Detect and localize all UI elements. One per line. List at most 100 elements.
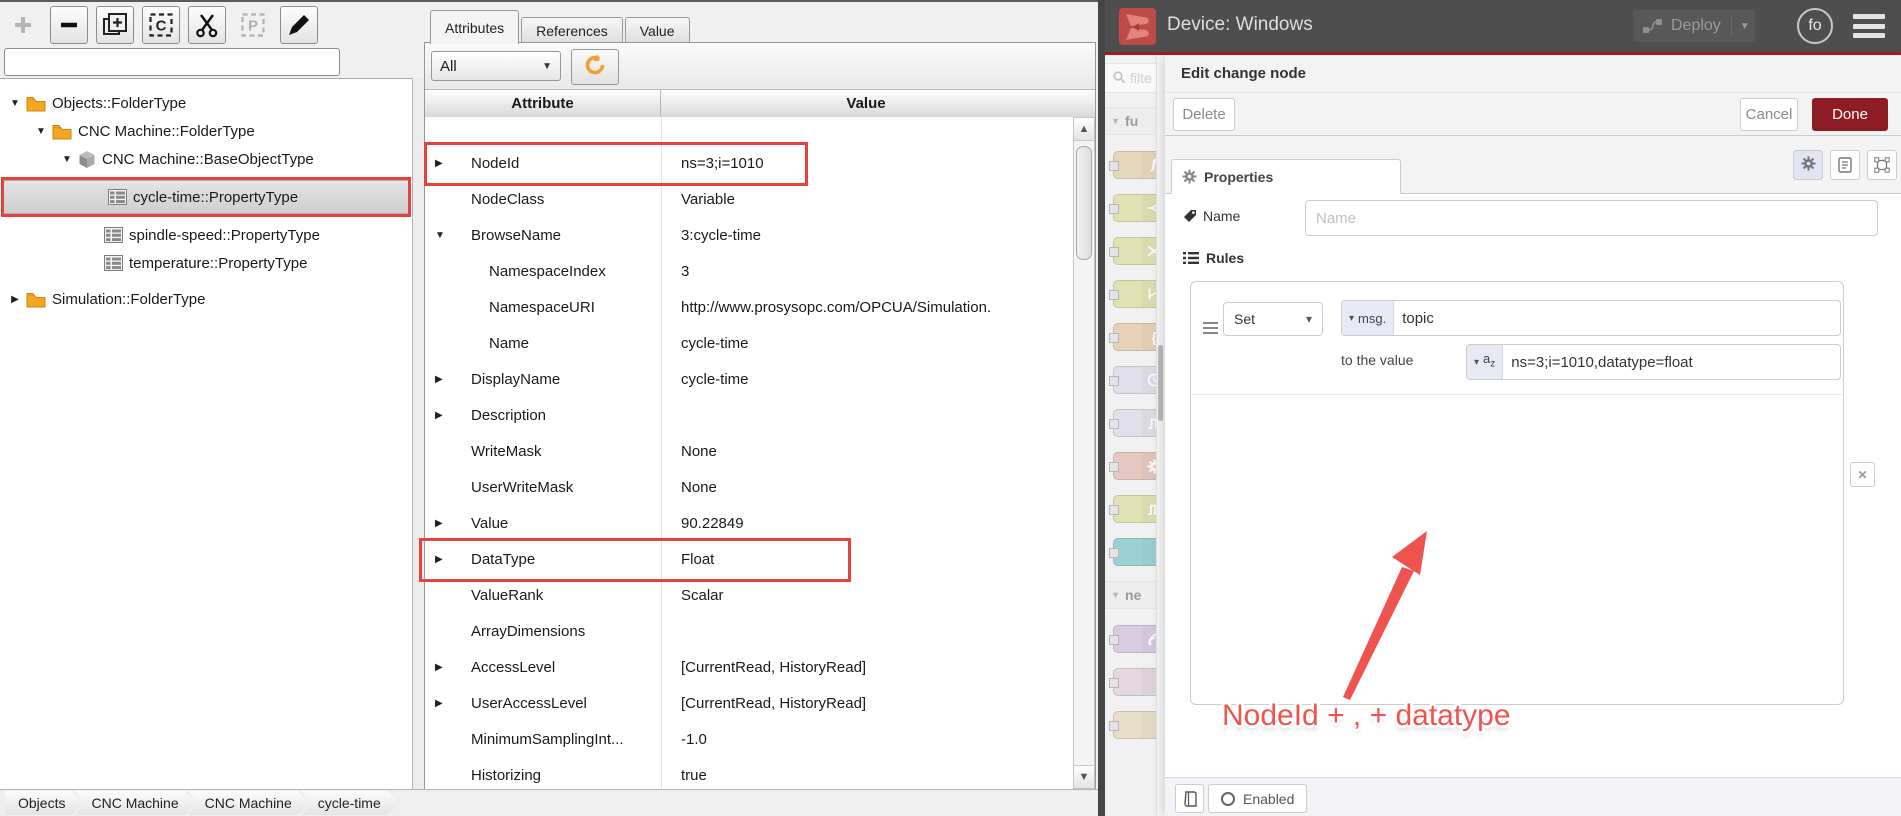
scroll-down-icon[interactable]: ▼ <box>1074 765 1094 788</box>
table-row[interactable]: NodeClass Variable <box>425 181 1073 217</box>
table-row[interactable]: ▶ Value 90.22849 <box>425 505 1073 541</box>
table-row[interactable]: ▶ DataType Float <box>425 541 1073 577</box>
attribute-filter-select[interactable]: All ▼ <box>431 51 561 81</box>
table-row[interactable]: Name cycle-time <box>425 325 1073 361</box>
tab-properties[interactable]: Properties <box>1171 159 1401 194</box>
attribute-name: Value <box>471 514 509 532</box>
expander-icon[interactable]: ▼ <box>8 98 22 109</box>
node-info-button[interactable] <box>1175 784 1204 813</box>
table-row[interactable]: ▶ NodeId ns=3;i=1010 <box>425 145 1073 181</box>
table-row[interactable]: ArrayDimensions <box>425 613 1073 649</box>
expander-icon[interactable]: ▶ <box>435 374 449 385</box>
copy-button[interactable]: C <box>142 6 180 44</box>
tree-item-simulation[interactable]: ▶ Simulation::FolderType <box>0 285 412 313</box>
table-row[interactable]: WriteMask None <box>425 433 1073 469</box>
enabled-toggle-button[interactable]: Enabled <box>1208 784 1308 813</box>
table-row[interactable]: ▶ Description <box>425 397 1073 433</box>
rule-property-value: topic <box>1402 309 1434 327</box>
expander-icon[interactable]: ▶ <box>435 662 449 673</box>
appearance-button[interactable] <box>1867 150 1897 180</box>
breadcrumb-item[interactable]: cycle-time <box>302 791 399 815</box>
node-port <box>1109 635 1119 645</box>
svg-text:C: C <box>156 18 167 35</box>
chevron-down-icon[interactable]: ▼ <box>1740 21 1750 32</box>
remove-button[interactable] <box>50 6 88 44</box>
attribute-name: DisplayName <box>471 370 561 388</box>
tree-item-objects[interactable]: ▼ Objects::FolderType <box>0 89 412 117</box>
expander-icon[interactable]: ▶ <box>435 410 449 421</box>
scroll-up-icon[interactable]: ▲ <box>1074 118 1094 141</box>
refresh-button[interactable] <box>571 49 619 85</box>
table-row[interactable]: ▶ AccessLevel [CurrentRead, HistoryRead] <box>425 649 1073 685</box>
tab-attributes[interactable]: Attributes <box>430 10 520 44</box>
cut-button[interactable] <box>188 6 226 44</box>
description-button[interactable] <box>1830 150 1860 180</box>
chevron-down-icon: ▾ <box>1113 115 1119 127</box>
attribute-filter-value: All <box>440 57 457 75</box>
palette-scrollbar[interactable] <box>1156 55 1165 816</box>
attribute-name: Historizing <box>471 766 542 784</box>
attribute-name: MinimumSamplingInt... <box>471 730 624 748</box>
expander-icon[interactable]: ▼ <box>34 126 48 137</box>
done-button[interactable]: Done <box>1812 98 1888 131</box>
rule-drag-handle[interactable] <box>1203 322 1218 337</box>
expander-icon[interactable]: ▼ <box>60 154 74 165</box>
tree-item-temperature[interactable]: temperature::PropertyType <box>0 249 412 277</box>
breadcrumb-item[interactable]: Objects <box>2 791 83 815</box>
table-row[interactable]: NamespaceURI http://www.prosysopc.com/OPC… <box>425 289 1073 325</box>
user-menu-button[interactable]: fo <box>1797 8 1833 44</box>
attribute-table-scrollbar[interactable]: ▲ ▼ <box>1073 117 1095 789</box>
hamburger-menu-icon[interactable] <box>1853 14 1885 38</box>
attribute-name: DataType <box>471 550 536 568</box>
table-row[interactable]: ▶ DisplayName cycle-time <box>425 361 1073 397</box>
expander-icon[interactable]: ▼ <box>435 230 449 241</box>
tree-item-spindle-speed[interactable]: spindle-speed::PropertyType <box>0 221 412 249</box>
search-input[interactable] <box>15 52 339 72</box>
breadcrumb-item[interactable]: CNC Machine <box>75 791 196 815</box>
expander-icon[interactable]: ▶ <box>435 698 449 709</box>
table-row[interactable]: ValueRank Scalar <box>425 577 1073 613</box>
tab-references[interactable]: References <box>521 17 623 44</box>
paste-button[interactable]: P <box>234 6 272 44</box>
table-row[interactable]: Historizing true <box>425 757 1073 789</box>
expander-icon[interactable]: ▶ <box>435 518 449 529</box>
deploy-button[interactable]: Deploy ▼ <box>1633 10 1755 42</box>
expander-icon[interactable]: ▶ <box>435 158 449 169</box>
table-row[interactable]: ▶ UserAccessLevel [CurrentRead, HistoryRea… <box>425 685 1073 721</box>
tray-title: Edit change node <box>1165 55 1901 93</box>
tree-item-cycle-time[interactable]: cycle-time::PropertyType <box>4 180 408 214</box>
scrollbar-thumb[interactable] <box>1158 345 1163 421</box>
tree-item-cnc-machine[interactable]: ▼ CNC Machine::FolderType <box>0 117 412 145</box>
cancel-button[interactable]: Cancel <box>1740 98 1798 131</box>
duplicate-button[interactable] <box>96 6 134 44</box>
scrollbar-thumb[interactable] <box>1076 146 1092 260</box>
table-row[interactable]: UserWriteMask None <box>425 469 1073 505</box>
rule-value-input[interactable]: ▾ az ns=3;i=1010,datatype=float <box>1466 344 1841 380</box>
typed-input-type-button[interactable]: ▾ msg. <box>1342 301 1395 335</box>
name-input[interactable] <box>1305 200 1878 236</box>
table-row[interactable]: ▼ BrowseName 3:cycle-time <box>425 217 1073 253</box>
rule-action-select[interactable]: Set ▾ <box>1223 302 1323 336</box>
table-row[interactable]: MinimumSamplingInt... -1.0 <box>425 721 1073 757</box>
tree-search-box[interactable] <box>4 48 340 76</box>
edit-button[interactable] <box>280 6 318 44</box>
expander-icon[interactable]: ▶ <box>8 294 22 305</box>
copy-icon: C <box>148 12 174 38</box>
add-button[interactable] <box>4 6 42 44</box>
rule-property-input[interactable]: ▾ msg. topic <box>1341 300 1841 336</box>
attribute-name: ArrayDimensions <box>471 622 586 640</box>
tree-item-cnc-machine[interactable]: ▼ CNC Machine::BaseObjectType <box>0 145 412 173</box>
edit-properties-button[interactable] <box>1793 150 1823 180</box>
address-space-tree: ▼ Objects::FolderType ▼ CNC Machine::Folder… <box>0 78 412 790</box>
search-icon <box>1113 70 1126 86</box>
attribute-filter-bar: All ▼ <box>425 43 1095 89</box>
rule-divider <box>1192 394 1842 395</box>
tray-footer: Enabled <box>1165 777 1901 816</box>
table-row[interactable]: NamespaceIndex 3 <box>425 253 1073 289</box>
expander-icon[interactable]: ▶ <box>435 554 449 565</box>
delete-button[interactable]: Delete <box>1173 98 1235 131</box>
typed-input-type-button[interactable]: ▾ az <box>1467 345 1504 379</box>
breadcrumb-item[interactable]: CNC Machine <box>189 791 310 815</box>
tab-value[interactable]: Value <box>624 17 690 44</box>
remove-rule-button[interactable]: ✕ <box>1850 462 1875 487</box>
